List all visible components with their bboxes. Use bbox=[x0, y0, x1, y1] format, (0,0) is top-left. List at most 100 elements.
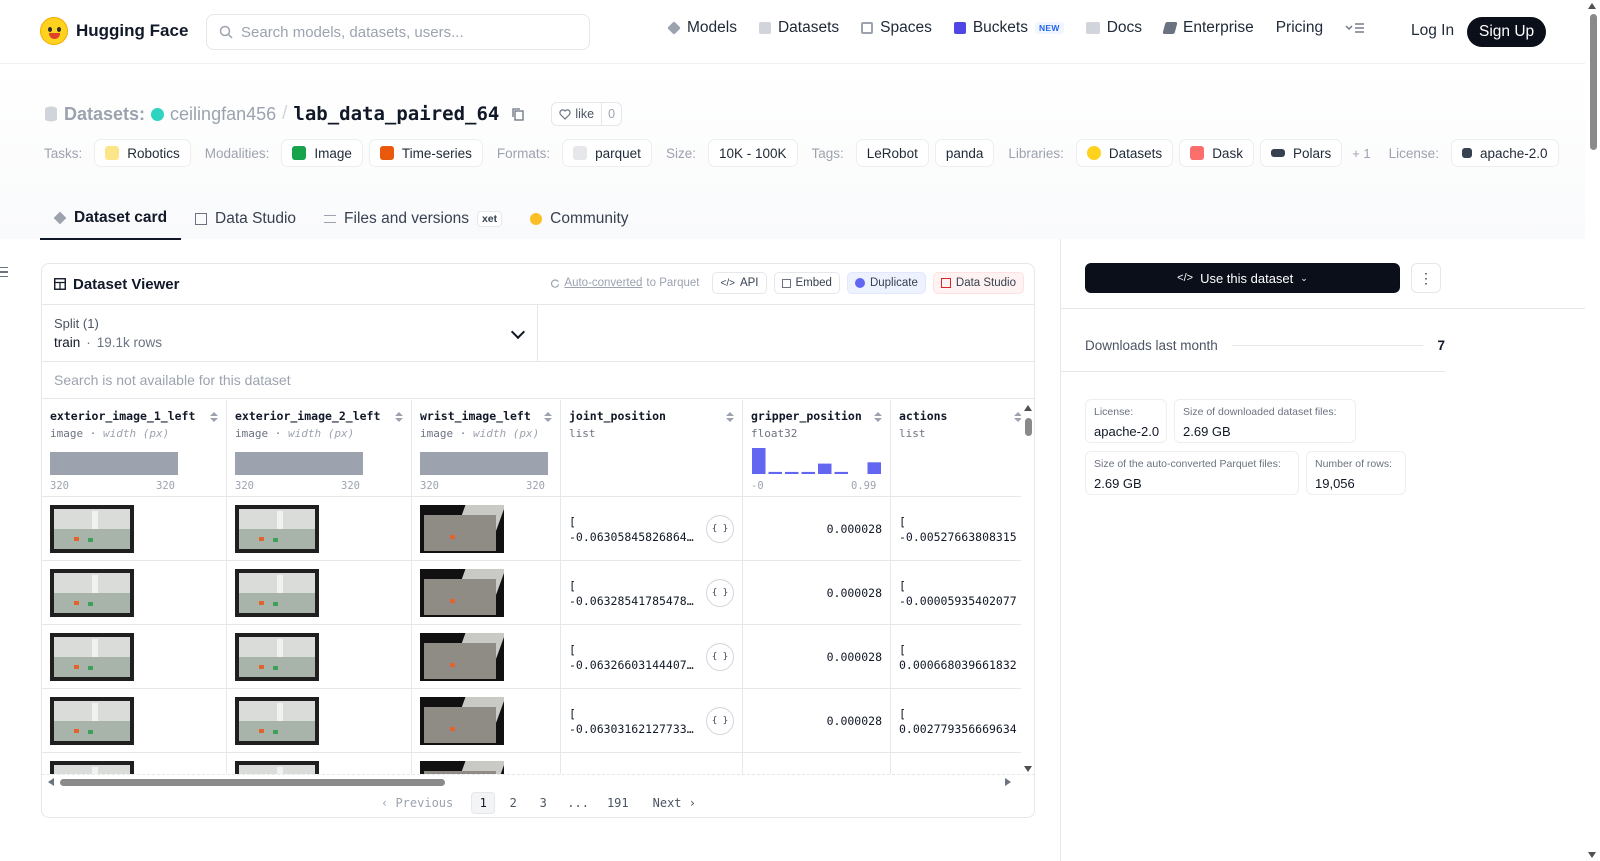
table-cell[interactable] bbox=[227, 625, 412, 689]
tab-dataset-card[interactable]: Dataset card bbox=[40, 198, 182, 240]
tag-datasets-lib[interactable]: Datasets bbox=[1075, 139, 1174, 167]
table-cell[interactable] bbox=[412, 625, 561, 689]
nav-models[interactable]: Models bbox=[667, 19, 737, 37]
tag-robotics[interactable]: Robotics bbox=[94, 139, 191, 167]
sort-icon[interactable] bbox=[544, 412, 552, 423]
tab-community[interactable]: Community bbox=[516, 198, 642, 240]
table-cell[interactable] bbox=[227, 753, 412, 774]
like-button[interactable]: like 0 bbox=[551, 102, 623, 126]
histogram-bar[interactable] bbox=[867, 462, 882, 474]
data-studio-button[interactable]: Data Studio bbox=[932, 272, 1024, 294]
image-thumbnail[interactable] bbox=[235, 505, 319, 553]
libraries-more[interactable]: + 1 bbox=[1352, 146, 1370, 161]
page-2-button[interactable]: 2 bbox=[501, 792, 525, 814]
view-json-button[interactable]: { } bbox=[706, 515, 734, 543]
more-options-button[interactable]: ⋮ bbox=[1411, 263, 1441, 293]
copy-icon[interactable] bbox=[511, 107, 525, 121]
table-cell[interactable] bbox=[42, 753, 227, 774]
tab-data-studio[interactable]: Data Studio bbox=[181, 198, 310, 240]
tag-time-series[interactable]: Time-series bbox=[368, 139, 483, 167]
column-header[interactable]: exterior_image_1_left image · width (px) 3… bbox=[42, 400, 227, 497]
column-header[interactable]: joint_position list bbox=[561, 400, 743, 497]
nav-pricing[interactable]: Pricing bbox=[1276, 19, 1323, 37]
previous-page-button[interactable]: ‹ Previous bbox=[369, 792, 465, 814]
image-thumbnail[interactable] bbox=[50, 697, 134, 745]
sort-icon[interactable] bbox=[210, 412, 218, 423]
page-3-button[interactable]: 3 bbox=[531, 792, 555, 814]
scroll-right-icon[interactable] bbox=[1005, 778, 1011, 786]
scroll-thumb[interactable] bbox=[1590, 14, 1597, 150]
table-cell[interactable] bbox=[412, 561, 561, 625]
column-header[interactable]: exterior_image_2_left image · width (px) 3… bbox=[227, 400, 412, 497]
api-button[interactable]: </> API bbox=[712, 272, 767, 294]
table-cell[interactable]: [-0.06326603144407... { } bbox=[561, 625, 743, 689]
use-this-dataset-button[interactable]: </> Use this dataset ⌄ bbox=[1085, 263, 1400, 293]
scroll-thumb[interactable] bbox=[60, 779, 445, 786]
nav-buckets[interactable]: Buckets NEW bbox=[953, 19, 1064, 37]
sort-icon[interactable] bbox=[1014, 412, 1021, 423]
table-cell[interactable] bbox=[42, 689, 227, 753]
table-cell[interactable]: [-0.06328541785478... { } bbox=[561, 561, 743, 625]
embed-button[interactable]: Embed bbox=[773, 272, 840, 294]
search-input[interactable] bbox=[241, 23, 561, 41]
image-thumbnail[interactable] bbox=[50, 633, 134, 681]
signup-button[interactable]: Sign Up bbox=[1467, 17, 1547, 47]
tag-license[interactable]: apache-2.0 bbox=[1450, 139, 1559, 167]
hf-logo[interactable]: Hugging Face bbox=[40, 17, 188, 45]
column-header[interactable]: gripper_position float32 -0 0.99 bbox=[743, 400, 891, 497]
view-json-button[interactable]: { } bbox=[706, 579, 734, 607]
duplicate-button[interactable]: Duplicate bbox=[846, 272, 926, 294]
image-thumbnail[interactable] bbox=[420, 569, 504, 617]
table-cell[interactable] bbox=[42, 497, 227, 561]
scroll-left-icon[interactable] bbox=[48, 778, 54, 786]
nav-spaces[interactable]: Spaces bbox=[861, 19, 932, 37]
login-link[interactable]: Log In bbox=[1411, 22, 1454, 40]
image-thumbnail[interactable] bbox=[50, 569, 134, 617]
image-thumbnail[interactable] bbox=[420, 761, 504, 774]
nav-more-menu[interactable] bbox=[1345, 22, 1365, 34]
histogram-bar[interactable] bbox=[801, 471, 816, 474]
sort-icon[interactable] bbox=[395, 412, 403, 423]
histogram-bar[interactable] bbox=[834, 471, 849, 474]
table-cell[interactable] bbox=[227, 689, 412, 753]
toc-toggle-icon[interactable] bbox=[0, 267, 8, 277]
tag-lerobot[interactable]: LeRobot bbox=[855, 139, 929, 167]
split-selector[interactable]: Split (1) train · 19.1k rows bbox=[42, 305, 538, 362]
page-scrollbar[interactable] bbox=[1585, 0, 1600, 861]
image-thumbnail[interactable] bbox=[50, 505, 134, 553]
scroll-up-icon[interactable] bbox=[1588, 3, 1596, 9]
page-1-button[interactable]: 1 bbox=[471, 792, 496, 814]
nav-docs[interactable]: Docs bbox=[1085, 19, 1142, 37]
view-json-button[interactable]: { } bbox=[706, 643, 734, 671]
table-vertical-scrollbar[interactable] bbox=[1021, 400, 1034, 774]
image-thumbnail[interactable] bbox=[50, 761, 134, 774]
global-search[interactable] bbox=[206, 14, 590, 50]
image-thumbnail[interactable] bbox=[235, 633, 319, 681]
next-page-button[interactable]: Next › bbox=[641, 792, 708, 814]
histogram-bar[interactable] bbox=[768, 471, 783, 474]
table-cell[interactable] bbox=[412, 497, 561, 561]
table-cell[interactable] bbox=[227, 497, 412, 561]
scroll-thumb[interactable] bbox=[1025, 418, 1032, 436]
tab-files[interactable]: Files and versions xet bbox=[310, 198, 516, 240]
view-json-button[interactable]: { } bbox=[706, 707, 734, 735]
nav-datasets[interactable]: Datasets bbox=[758, 19, 839, 37]
repo-name-link[interactable]: lab_data_paired_64 bbox=[293, 103, 499, 125]
gripper-histogram[interactable] bbox=[751, 446, 883, 476]
scroll-up-icon[interactable] bbox=[1024, 405, 1032, 411]
histogram-bar[interactable] bbox=[818, 463, 832, 474]
tag-size[interactable]: 10K - 100K bbox=[707, 139, 798, 167]
page-191-button[interactable]: 191 bbox=[601, 792, 635, 814]
tag-dask[interactable]: Dask bbox=[1179, 139, 1254, 167]
repo-owner-link[interactable]: ceilingfan456 bbox=[170, 104, 276, 125]
tag-polars[interactable]: Polars bbox=[1259, 139, 1343, 167]
table-cell[interactable] bbox=[412, 753, 561, 774]
image-thumbnail[interactable] bbox=[235, 761, 319, 774]
tag-image[interactable]: Image bbox=[281, 139, 363, 167]
auto-converted-link[interactable]: Auto-converted bbox=[564, 277, 642, 289]
image-thumbnail[interactable] bbox=[420, 505, 504, 553]
table-cell[interactable] bbox=[42, 625, 227, 689]
table-cell[interactable]: [-0.06303162127733... { } bbox=[561, 689, 743, 753]
scroll-down-icon[interactable] bbox=[1588, 852, 1596, 858]
table-cell[interactable] bbox=[561, 753, 743, 774]
